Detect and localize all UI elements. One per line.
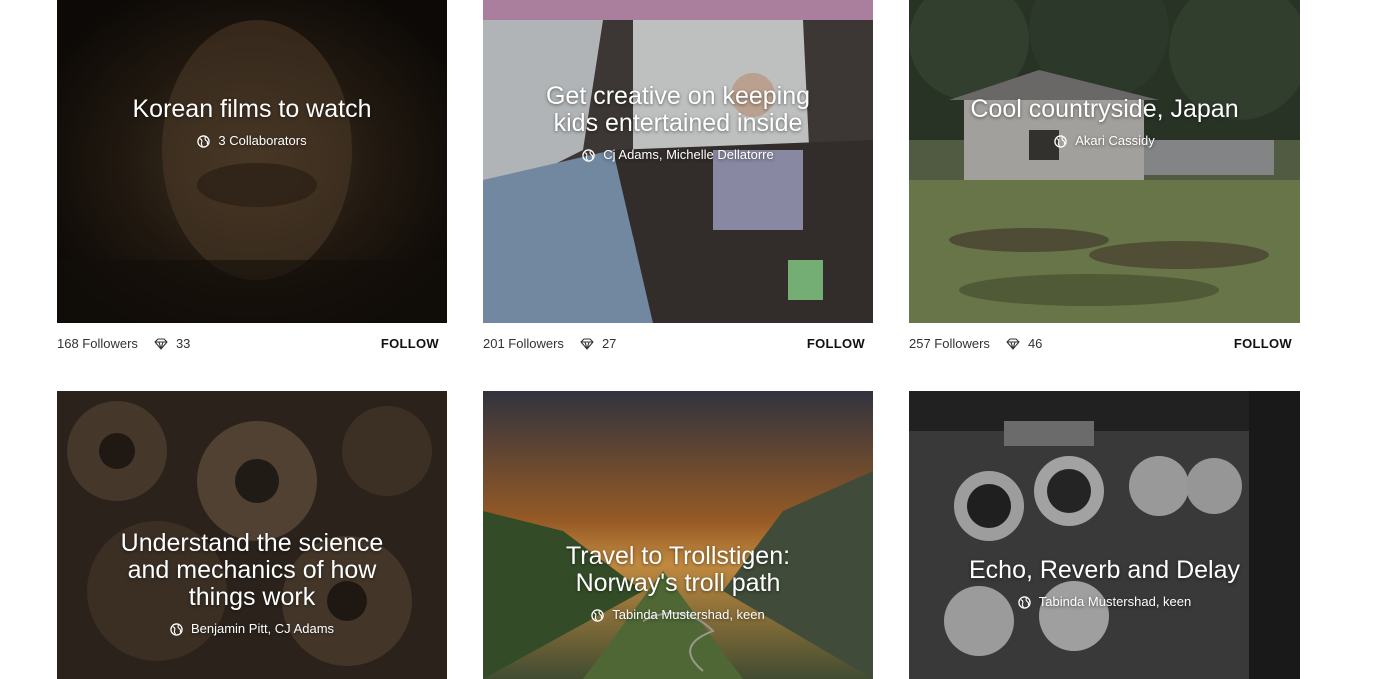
- card-authors-text: Akari Cassidy: [1075, 133, 1155, 148]
- card-title: Echo, Reverb and Delay: [969, 556, 1240, 584]
- likes-count: 27: [601, 336, 617, 351]
- diamond-icon: [580, 337, 594, 350]
- gallery-card[interactable]: Understand the science and mechanics of …: [57, 391, 447, 679]
- likes: 33: [154, 336, 190, 351]
- globe-icon: [1018, 595, 1031, 609]
- card-cover-image[interactable]: Cool countryside, Japan Akari Cassidy: [909, 0, 1300, 323]
- followers-count: 201 Followers: [483, 336, 564, 351]
- card-authors: Tabinda Mustershad, keen: [909, 594, 1300, 610]
- followers-count: 257 Followers: [909, 336, 990, 351]
- card-authors-text: Tabinda Mustershad, keen: [1038, 594, 1192, 609]
- card-meta: 201 Followers 27 FOLLOW: [483, 323, 873, 391]
- card-authors-text: Benjamin Pitt, CJ Adams: [190, 621, 335, 636]
- globe-icon: [197, 134, 211, 148]
- gallery-card[interactable]: Get creative on keeping kids entertained…: [483, 0, 873, 391]
- card-title: Get creative on keeping kids entertained…: [545, 82, 811, 137]
- card-authors-text: 3 Collaborators: [218, 133, 307, 148]
- card-cover-image[interactable]: Get creative on keeping kids entertained…: [483, 0, 873, 323]
- card-title: Cool countryside, Japan: [970, 95, 1239, 123]
- card-title: Understand the science and mechanics of …: [120, 529, 384, 611]
- gallery-grid: Korean films to watch 3 Collaborators 16…: [57, 0, 1301, 679]
- gallery-card[interactable]: Korean films to watch 3 Collaborators 16…: [57, 0, 447, 391]
- gallery-card[interactable]: Cool countryside, Japan Akari Cassidy 25…: [909, 0, 1300, 391]
- card-cover-image[interactable]: Korean films to watch 3 Collaborators: [57, 0, 447, 323]
- follow-button[interactable]: FOLLOW: [1234, 336, 1292, 351]
- card-authors: Benjamin Pitt, CJ Adams: [57, 621, 447, 637]
- card-authors-text: Tabinda Mustershad, keen: [612, 607, 765, 622]
- globe-icon: [170, 622, 183, 636]
- card-cover-image[interactable]: Echo, Reverb and Delay Tabinda Mustersha…: [909, 391, 1300, 679]
- card-meta: 168 Followers 33 FOLLOW: [57, 323, 447, 391]
- likes: 27: [580, 336, 616, 351]
- diamond-icon: [154, 337, 168, 350]
- card-cover-image[interactable]: Travel to Trollstigen: Norway's troll pa…: [483, 391, 873, 679]
- follow-button[interactable]: FOLLOW: [807, 336, 865, 351]
- card-authors: Akari Cassidy: [909, 133, 1300, 149]
- likes-count: 46: [1027, 336, 1043, 351]
- card-authors: 3 Collaborators: [57, 133, 447, 149]
- diamond-icon: [1006, 337, 1020, 350]
- globe-icon: [582, 148, 595, 162]
- globe-icon: [1054, 134, 1067, 148]
- gallery-card[interactable]: Echo, Reverb and Delay Tabinda Mustersha…: [909, 391, 1300, 679]
- card-title: Korean films to watch: [132, 95, 372, 123]
- followers-count: 168 Followers: [57, 336, 138, 351]
- card-authors: Cj Adams, Michelle Dellatorre: [483, 147, 873, 163]
- gallery-card[interactable]: Travel to Trollstigen: Norway's troll pa…: [483, 391, 873, 679]
- likes: 46: [1006, 336, 1042, 351]
- card-meta: 257 Followers 46 FOLLOW: [909, 323, 1300, 391]
- likes-count: 33: [175, 336, 191, 351]
- card-cover-image[interactable]: Understand the science and mechanics of …: [57, 391, 447, 679]
- globe-icon: [591, 608, 604, 622]
- follow-button[interactable]: FOLLOW: [381, 336, 439, 351]
- card-authors: Tabinda Mustershad, keen: [483, 607, 873, 623]
- card-title: Travel to Trollstigen: Norway's troll pa…: [565, 542, 791, 597]
- card-authors-text: Cj Adams, Michelle Dellatorre: [603, 147, 774, 162]
